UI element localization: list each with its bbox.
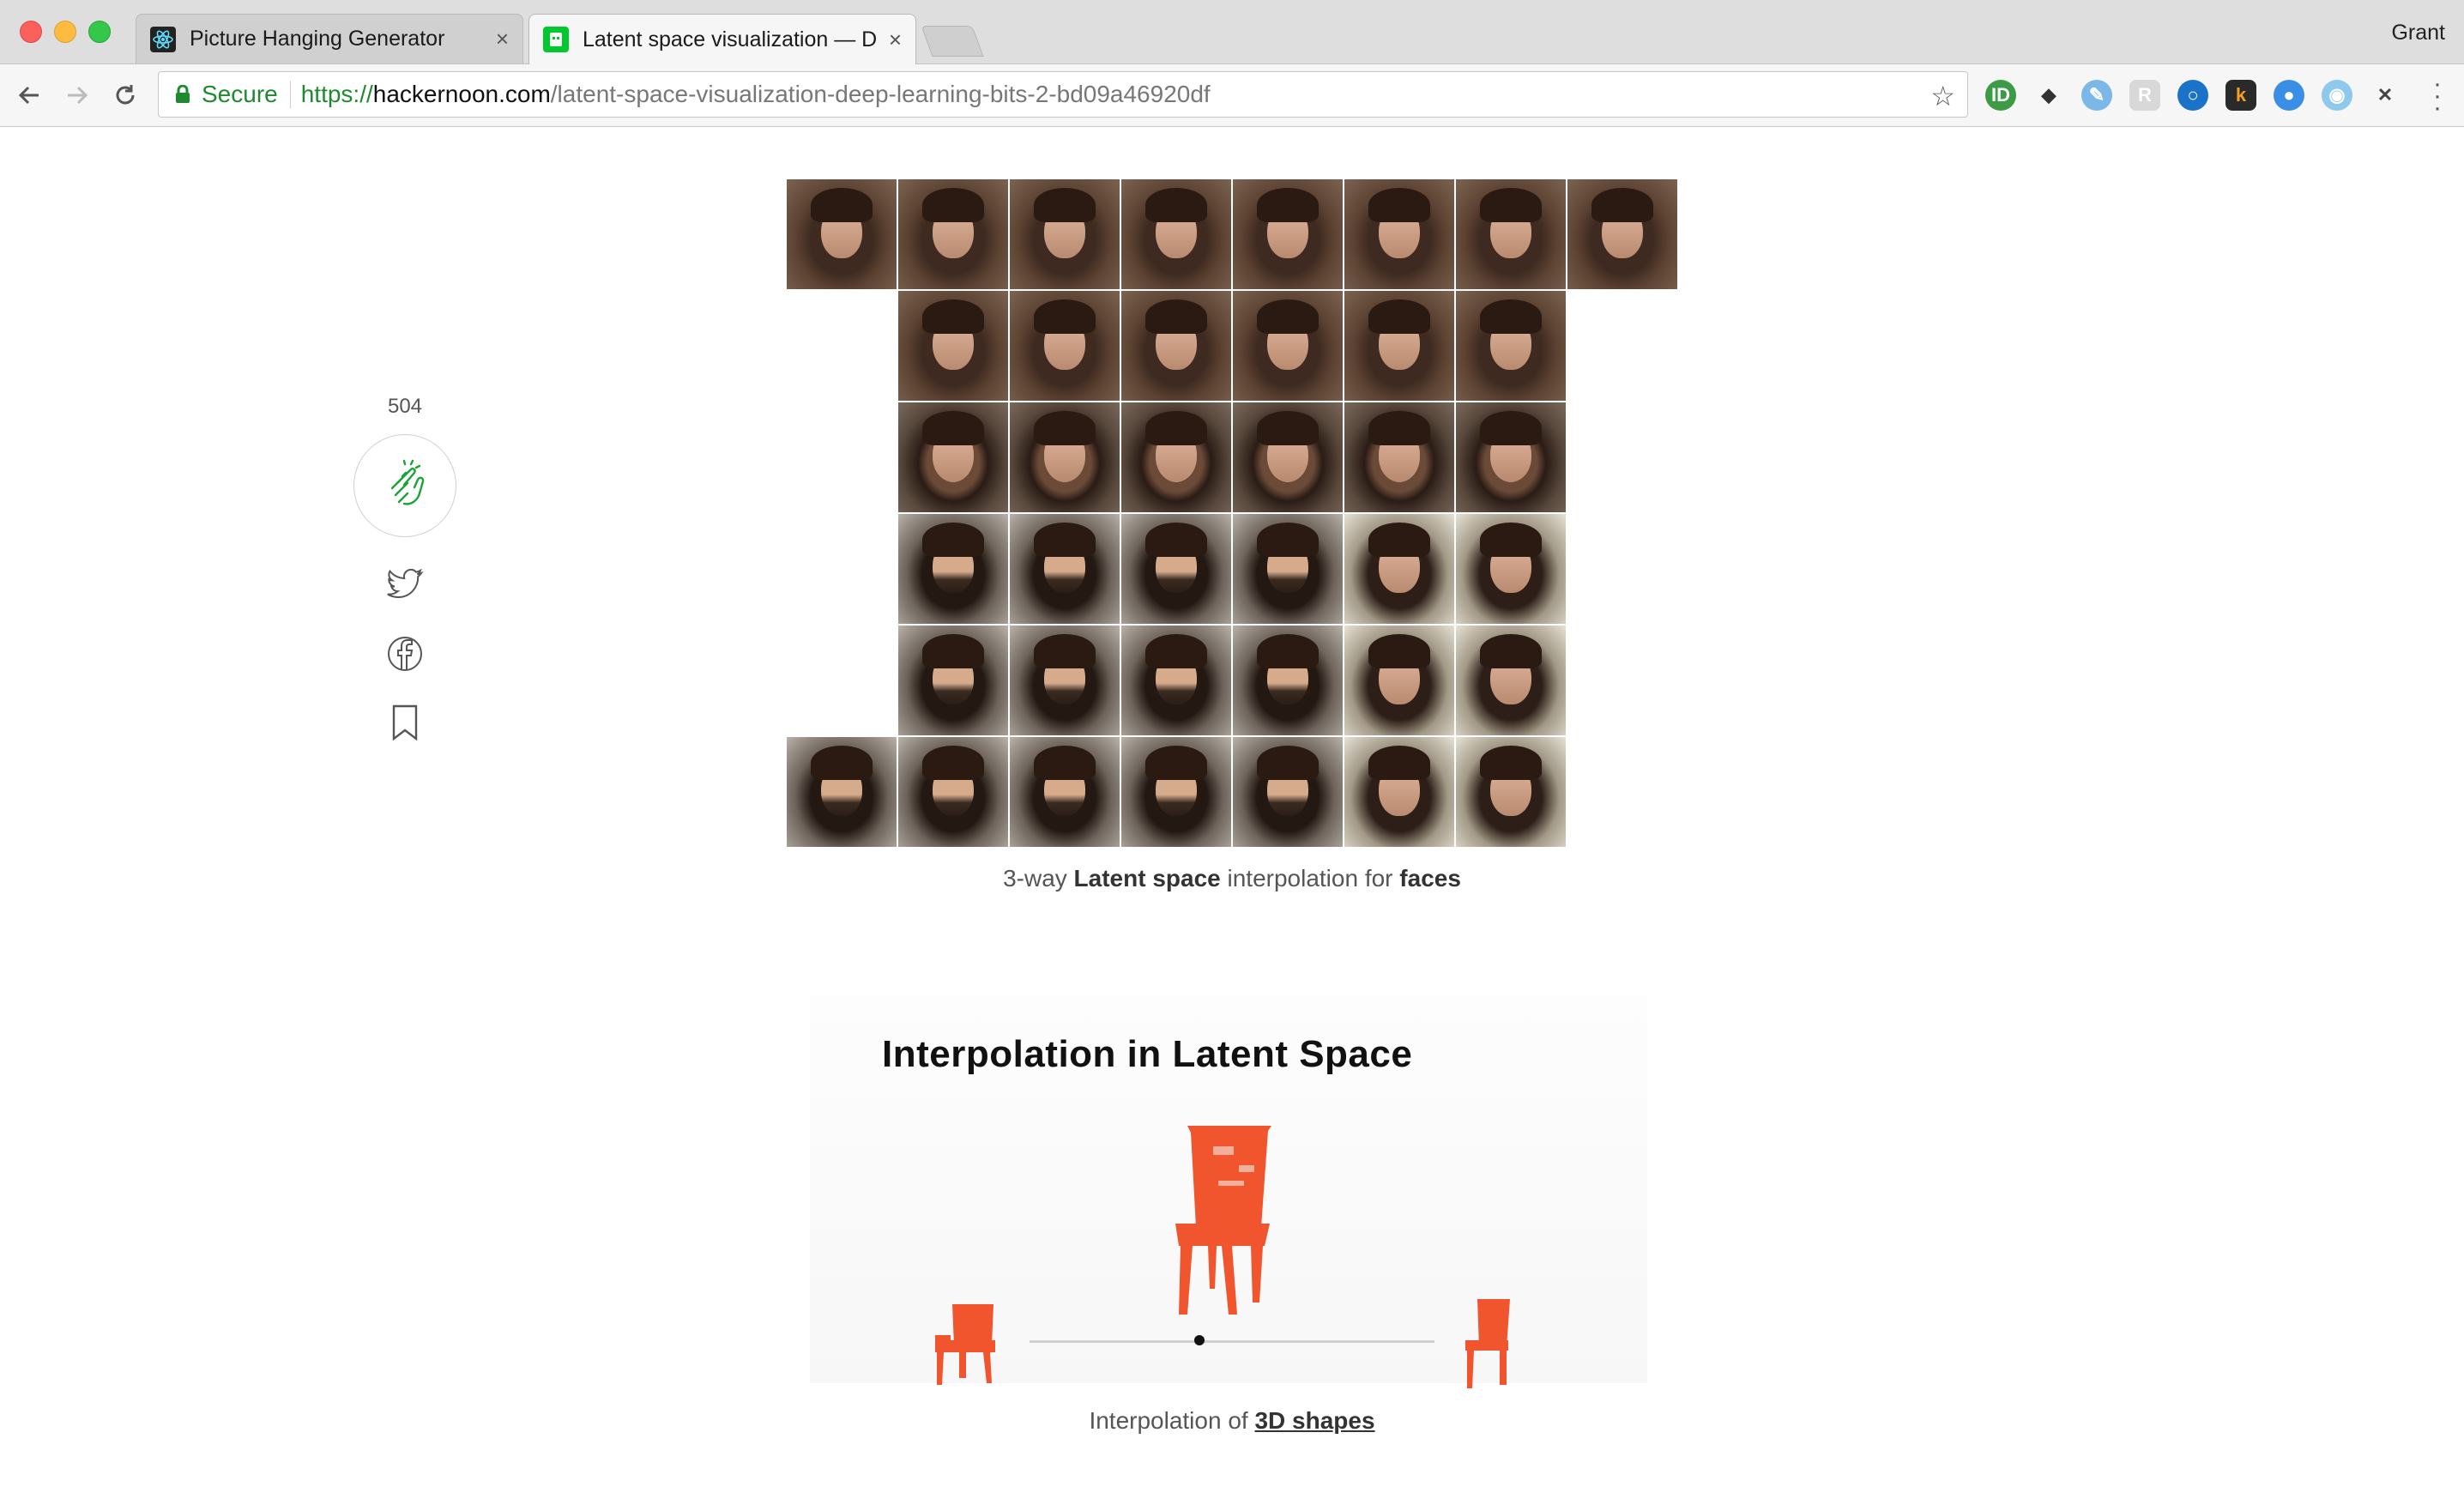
facebook-icon[interactable] bbox=[384, 633, 426, 674]
face-image bbox=[1344, 291, 1454, 401]
url-path: /latent-space-visualization-deep-learnin… bbox=[550, 81, 1211, 107]
interpolation-slider-track bbox=[1030, 1340, 1434, 1343]
secure-label: Secure bbox=[202, 81, 278, 107]
caption-bold: faces bbox=[1399, 865, 1461, 892]
tab-title: Latent space visualization — D bbox=[583, 27, 878, 51]
clap-button[interactable] bbox=[353, 434, 456, 537]
forward-arrow-icon[interactable] bbox=[60, 78, 94, 112]
profile-name[interactable]: Grant bbox=[2391, 21, 2445, 45]
face-image bbox=[898, 179, 1008, 289]
face-image bbox=[1456, 402, 1566, 512]
caption-text: 3-way bbox=[1003, 865, 1074, 892]
face-image bbox=[1456, 626, 1566, 735]
face-image bbox=[1121, 179, 1231, 289]
url-scheme: https:// bbox=[300, 81, 373, 107]
tab-close-icon[interactable]: × bbox=[496, 26, 509, 52]
reload-icon[interactable] bbox=[108, 78, 142, 112]
face-interpolation-grid bbox=[787, 179, 1679, 849]
face-image bbox=[898, 737, 1008, 847]
face-image bbox=[1344, 737, 1454, 847]
hackernoon-icon bbox=[543, 27, 569, 52]
tab-close-icon[interactable]: × bbox=[889, 27, 902, 53]
left-armchair-image bbox=[935, 1304, 995, 1385]
browser-toolbar: Secure https://hackernoon.com/latent-spa… bbox=[0, 64, 2464, 127]
minimize-window-button[interactable] bbox=[54, 21, 76, 43]
window-titlebar: Picture Hanging Generator × Latent space… bbox=[0, 0, 2464, 64]
readability-icon[interactable]: R bbox=[2129, 80, 2160, 111]
interpolation-slider-handle bbox=[1194, 1335, 1205, 1345]
face-image bbox=[1010, 737, 1120, 847]
face-image bbox=[1121, 737, 1231, 847]
react-icon bbox=[150, 26, 176, 52]
target-icon[interactable]: ◉ bbox=[2322, 80, 2352, 111]
lock-icon bbox=[176, 85, 190, 103]
face-image bbox=[1010, 402, 1120, 512]
tab-picture-hanging[interactable]: Picture Hanging Generator × bbox=[136, 14, 523, 63]
bookmark-icon[interactable] bbox=[384, 702, 426, 743]
face-image bbox=[1010, 291, 1120, 401]
face-image bbox=[1233, 737, 1343, 847]
face-image bbox=[1010, 514, 1120, 624]
address-divider bbox=[289, 81, 291, 108]
face-image bbox=[787, 737, 897, 847]
face-image bbox=[898, 291, 1008, 401]
clap-icon bbox=[390, 459, 425, 505]
menu-dots-icon[interactable]: · · · bbox=[2433, 71, 2442, 121]
face-image bbox=[1344, 514, 1454, 624]
tab-title: Picture Hanging Generator bbox=[190, 27, 445, 51]
face-image bbox=[1233, 514, 1343, 624]
face-image bbox=[1456, 179, 1566, 289]
ublock-icon[interactable]: ID bbox=[1985, 80, 2016, 111]
maximize-window-button[interactable] bbox=[88, 21, 111, 43]
share-sidebar: 504 bbox=[352, 395, 458, 743]
figure-title: Interpolation in Latent Space bbox=[882, 1033, 1413, 1075]
close-window-button[interactable] bbox=[20, 21, 42, 43]
tab-latent-space[interactable]: Latent space visualization — D × bbox=[528, 14, 916, 64]
shapes-link[interactable]: 3D shapes bbox=[1254, 1407, 1374, 1434]
shape-interpolation-figure: Interpolation in Latent Space bbox=[810, 995, 1647, 1388]
new-tab-button[interactable] bbox=[921, 26, 984, 57]
face-image bbox=[1233, 402, 1343, 512]
circle-icon[interactable]: ○ bbox=[2177, 80, 2208, 111]
pin-icon[interactable]: ✕ bbox=[2370, 80, 2401, 111]
face-image bbox=[1344, 402, 1454, 512]
face-image bbox=[1233, 291, 1343, 401]
face-image bbox=[1233, 179, 1343, 289]
twitter-icon[interactable] bbox=[384, 565, 426, 606]
address-bar[interactable]: Secure https://hackernoon.com/latent-spa… bbox=[158, 71, 1968, 118]
clap-count: 504 bbox=[387, 395, 423, 418]
face-image bbox=[898, 626, 1008, 735]
record-icon[interactable]: ● bbox=[2274, 80, 2304, 111]
face-image bbox=[1233, 626, 1343, 735]
face-image bbox=[787, 179, 897, 289]
bookmark-star-icon[interactable]: ☆ bbox=[1930, 80, 1955, 112]
ghostery-icon[interactable]: ◆ bbox=[2033, 80, 2064, 111]
pen-icon[interactable]: ✎ bbox=[2081, 80, 2112, 111]
face-image bbox=[898, 402, 1008, 512]
caption-bold: Latent space bbox=[1073, 865, 1221, 892]
large-chair-image bbox=[1175, 1126, 1271, 1315]
face-image bbox=[1121, 291, 1231, 401]
face-image bbox=[1121, 402, 1231, 512]
shape-figure-caption: Interpolation of 3D shapes bbox=[1002, 1407, 1462, 1435]
url-host: hackernoon.com bbox=[372, 81, 551, 107]
caption-text: Interpolation of bbox=[1089, 1407, 1255, 1434]
face-image bbox=[1456, 737, 1566, 847]
k-icon[interactable]: k bbox=[2225, 80, 2256, 111]
face-image bbox=[1344, 179, 1454, 289]
back-arrow-icon[interactable] bbox=[12, 78, 46, 112]
face-image bbox=[898, 514, 1008, 624]
face-image bbox=[1010, 179, 1120, 289]
face-image bbox=[1456, 291, 1566, 401]
face-figure-caption: 3-way Latent space interpolation for fac… bbox=[944, 865, 1520, 892]
face-image bbox=[1010, 626, 1120, 735]
face-image bbox=[1121, 626, 1231, 735]
face-image bbox=[1456, 514, 1566, 624]
face-image bbox=[1567, 179, 1677, 289]
right-chair-image bbox=[1465, 1299, 1510, 1388]
caption-text: interpolation for bbox=[1220, 865, 1400, 892]
face-image bbox=[1121, 514, 1231, 624]
face-image bbox=[1344, 626, 1454, 735]
